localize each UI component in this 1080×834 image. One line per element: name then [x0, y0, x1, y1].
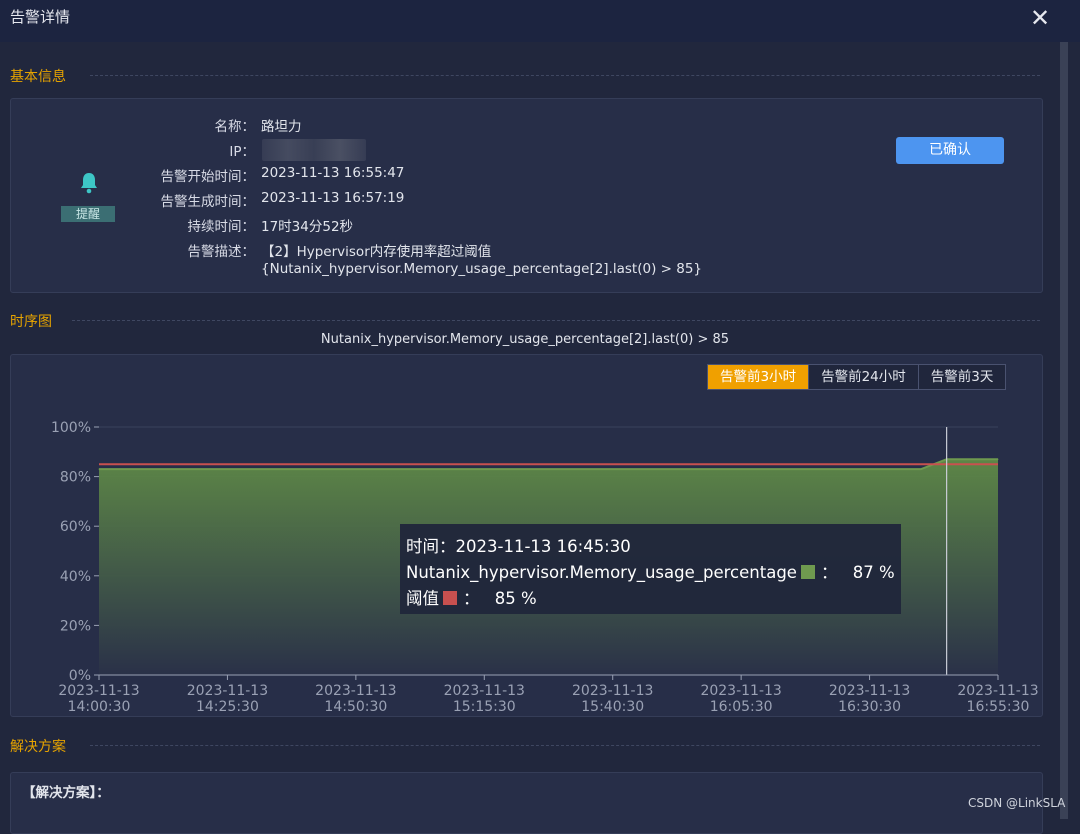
usage-point [997, 458, 999, 460]
usage-point [98, 468, 100, 470]
solution-panel [10, 772, 1043, 834]
x-tick-label-time: 16:05:30 [710, 699, 773, 715]
y-tick-label: 20% [60, 618, 91, 634]
tooltip-time-value: 2023-11-13 16:45:30 [455, 537, 631, 556]
section-divider [72, 320, 1040, 321]
section-divider [90, 745, 1040, 746]
section-timeseries: 时序图 [10, 314, 52, 330]
x-tick-label-date: 2023-11-13 [572, 683, 653, 699]
tab-24-hours[interactable]: 告警前24小时 [809, 365, 919, 389]
series-swatch [800, 565, 815, 579]
chart-title: Nutanix_hypervisor.Memory_usage_percenta… [320, 332, 730, 347]
watermark: CSDN @LinkSLA [968, 796, 1066, 810]
tooltip-separator: ： [820, 563, 838, 582]
field-label-ip: IP： [229, 144, 255, 160]
field-label-duration: 持续时间： [187, 219, 256, 235]
field-value-name: 路坦力 [261, 119, 302, 135]
dialog-title: 告警详情 [10, 8, 71, 26]
solution-heading: 【解决方案】： [22, 785, 110, 801]
x-tick-label-time: 15:15:30 [453, 699, 516, 715]
field-value-duration: 17时34分52秒 [261, 219, 354, 235]
close-icon[interactable]: ✕ [1026, 4, 1054, 32]
section-divider [90, 75, 1040, 76]
tab-3-days[interactable]: 告警前3天 [919, 365, 1006, 389]
dialog-titlebar: 告警详情 ✕ [0, 0, 1080, 42]
y-tick-label: 0% [69, 668, 91, 684]
field-label-start-time: 告警开始时间： [160, 169, 256, 185]
x-tick-label-time: 16:30:30 [838, 699, 901, 715]
x-tick-label-date: 2023-11-13 [444, 683, 525, 699]
x-tick-label-time: 16:55:30 [967, 699, 1030, 715]
tooltip-series-value: 87 % [852, 563, 895, 582]
x-tick-label-date: 2023-11-13 [315, 683, 396, 699]
field-value-start-time: 2023-11-13 16:55:47 [261, 165, 405, 181]
field-value-description: 【2】Hypervisor内存使用率超过阈值 [261, 244, 492, 260]
field-label-name: 名称： [214, 119, 256, 135]
x-tick-label-time: 15:40:30 [581, 699, 644, 715]
x-tick-label-date: 2023-11-13 [58, 683, 139, 699]
y-tick-label: 80% [60, 470, 91, 486]
field-label-generated-time: 告警生成时间： [160, 194, 256, 210]
section-solution: 解决方案 [10, 739, 66, 755]
x-tick-label-time: 14:50:30 [324, 699, 387, 715]
x-tick-label-time: 14:25:30 [196, 699, 259, 715]
tooltip-threshold-value: 85 % [494, 589, 537, 608]
tab-3-hours[interactable]: 告警前3小时 [708, 365, 810, 389]
tooltip-threshold-label: 阈值 [406, 589, 439, 608]
x-tick-label-date: 2023-11-13 [187, 683, 268, 699]
tooltip-separator: ： [463, 589, 480, 608]
tooltip-time-label: 时间： [406, 537, 456, 556]
field-value-generated-time: 2023-11-13 16:57:19 [261, 190, 405, 206]
field-value-description-expression: {Nutanix_hypervisor.Memory_usage_percent… [261, 261, 703, 277]
y-tick-label: 60% [60, 519, 91, 535]
x-tick-label-time: 14:00:30 [68, 699, 131, 715]
x-tick-label-date: 2023-11-13 [829, 683, 910, 699]
confirmed-button[interactable]: 已确认 [896, 137, 1004, 164]
ip-redaction [262, 139, 366, 161]
x-tick-label-date: 2023-11-13 [700, 683, 781, 699]
scrollbar[interactable] [1060, 42, 1068, 819]
usage-point [920, 468, 922, 470]
range-tabs: 告警前3小时 告警前24小时 告警前3天 [707, 364, 1007, 390]
x-tick-label-date: 2023-11-13 [957, 683, 1038, 699]
y-tick-label: 100% [51, 420, 91, 436]
section-basic-info: 基本信息 [10, 69, 66, 85]
y-tick-label: 40% [60, 569, 91, 585]
field-label-description: 告警描述： [187, 244, 256, 260]
chart-tooltip: 时间：2023-11-13 16:45:30 Nutanix_hyperviso… [400, 524, 901, 614]
tooltip-series-label: Nutanix_hypervisor.Memory_usage_percenta… [406, 563, 797, 582]
threshold-swatch [443, 591, 457, 605]
